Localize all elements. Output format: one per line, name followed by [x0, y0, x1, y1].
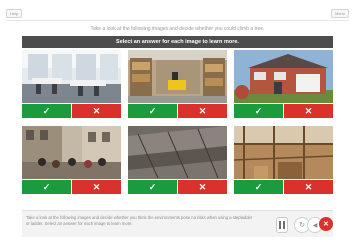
image-card-street-crowd: ✓ ✕	[22, 126, 121, 194]
close-button[interactable]: ✕	[319, 217, 333, 231]
answer-buttons: ✓ ✕	[22, 104, 121, 118]
instruction-text: Take a look at the following images and …	[90, 26, 265, 32]
footer-bar: Take a look at the following images and …	[22, 210, 333, 237]
yes-button[interactable]: ✓	[128, 104, 177, 118]
pause-icon	[279, 221, 285, 229]
house-image	[234, 50, 333, 103]
yes-button[interactable]: ✓	[22, 104, 71, 118]
image-grid: ✓ ✕ ✓ ✕ ✓ ✕ ✓ ✕ ✓ ✕ ✓ ✕	[22, 50, 333, 198]
no-button[interactable]: ✕	[284, 180, 333, 194]
office-image	[22, 50, 121, 103]
image-card-rooftop: ✓ ✕	[128, 126, 227, 194]
yes-button[interactable]: ✓	[234, 104, 283, 118]
image-card-warehouse: ✓ ✕	[128, 50, 227, 118]
replay-icon: ↻	[299, 222, 305, 229]
no-button[interactable]: ✕	[284, 104, 333, 118]
yes-button[interactable]: ✓	[22, 180, 71, 194]
street-crowd-image	[22, 126, 121, 179]
warehouse-image	[128, 50, 227, 103]
pause-button[interactable]	[276, 217, 288, 233]
answer-buttons: ✓ ✕	[128, 104, 227, 118]
close-icon: ✕	[323, 221, 329, 228]
rooftop-image	[128, 126, 227, 179]
image-card-construction-site: ✓ ✕	[234, 126, 333, 194]
answer-buttons: ✓ ✕	[22, 180, 121, 194]
answer-buttons: ✓ ✕	[234, 180, 333, 194]
yes-button[interactable]: ✓	[234, 180, 283, 194]
image-card-office: ✓ ✕	[22, 50, 121, 118]
no-button[interactable]: ✕	[178, 180, 227, 194]
answer-buttons: ✓ ✕	[234, 104, 333, 118]
answer-buttons: ✓ ✕	[128, 180, 227, 194]
volume-icon: ◀	[312, 222, 318, 229]
help-button[interactable]: Help	[6, 9, 23, 18]
section-header: Select an answer for each image to learn…	[22, 36, 333, 48]
image-card-house: ✓ ✕	[234, 50, 333, 118]
no-button[interactable]: ✕	[72, 104, 121, 118]
yes-button[interactable]: ✓	[128, 180, 177, 194]
top-bar: Help Menu	[6, 8, 349, 21]
no-button[interactable]: ✕	[178, 104, 227, 118]
no-button[interactable]: ✕	[72, 180, 121, 194]
footer-description: Take a look at the following images and …	[26, 215, 253, 226]
construction-site-image	[234, 126, 333, 179]
app-window: Help Menu Take a look at the following i…	[0, 0, 355, 242]
menu-button[interactable]: Menu	[330, 9, 349, 18]
